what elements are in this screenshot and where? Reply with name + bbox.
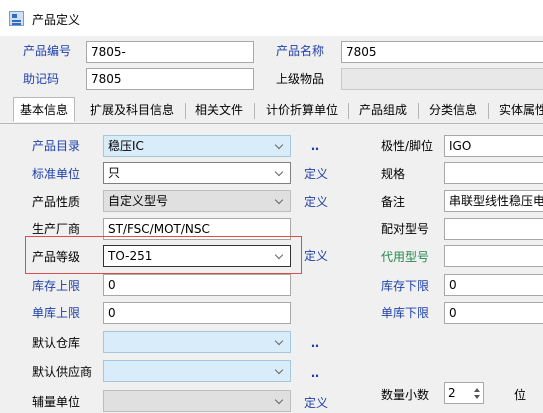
nature-value: 自定义型号 bbox=[108, 194, 169, 208]
chevron-down-icon bbox=[274, 140, 284, 150]
spec-field[interactable] bbox=[444, 162, 543, 184]
unit-max-field[interactable]: 0 bbox=[103, 302, 291, 324]
manufacturer-label: 生产厂商 bbox=[32, 222, 81, 236]
chevron-down-icon bbox=[274, 395, 284, 405]
tab-product-composition[interactable]: 产品组成 bbox=[356, 98, 410, 122]
remark-label: 备注 bbox=[381, 195, 406, 209]
grade-value: TO-251 bbox=[108, 249, 153, 263]
spin-up-icon[interactable] bbox=[474, 388, 480, 392]
stock-max-label: 库存上限 bbox=[32, 279, 81, 293]
aux-unit-label: 辅量单位 bbox=[32, 395, 81, 409]
unit-min-label: 单库下限 bbox=[381, 306, 430, 320]
tab-extension-accounts[interactable]: 扩展及科目信息 bbox=[86, 98, 178, 122]
tab-entity-attributes[interactable]: 实体属性 bbox=[496, 98, 543, 122]
std-unit-label: 标准单位 bbox=[32, 167, 81, 181]
tab-separator bbox=[348, 103, 349, 119]
polarity-field[interactable]: IGO bbox=[444, 135, 543, 157]
nature-define-link[interactable]: 定义 bbox=[304, 194, 328, 210]
product-name-field[interactable]: 7805 bbox=[341, 41, 543, 63]
tab-related-files[interactable]: 相关文件 bbox=[192, 98, 246, 122]
tab-pricing-units[interactable]: 计价折算单位 bbox=[262, 98, 342, 122]
nature-label: 产品性质 bbox=[32, 195, 81, 209]
chevron-down-icon bbox=[274, 365, 284, 375]
spec-label: 规格 bbox=[381, 167, 406, 181]
tab-strip: 基本信息 扩展及科目信息 相关文件 计价折算单位 产品组成 分类信息 实体属性 bbox=[0, 97, 543, 124]
grade-dropdown[interactable]: TO-251 bbox=[103, 245, 291, 267]
std-unit-define-link[interactable]: 定义 bbox=[304, 166, 328, 182]
std-unit-value: 只 bbox=[108, 166, 121, 180]
tab-classification[interactable]: 分类信息 bbox=[426, 98, 480, 122]
qty-decimals-value: 2 bbox=[448, 386, 456, 400]
remark-field[interactable]: 串联型线性稳压电 bbox=[444, 190, 543, 212]
grade-label: 产品等级 bbox=[32, 250, 81, 264]
tab-separator bbox=[254, 103, 255, 119]
catalog-dropdown[interactable]: 稳压IC bbox=[103, 135, 291, 157]
chevron-down-icon bbox=[274, 195, 284, 205]
qty-decimals-label: 数量小数 bbox=[381, 388, 430, 402]
catalog-browse-button[interactable]: ‥ bbox=[311, 140, 319, 152]
mnemonic-field[interactable]: 7805 bbox=[86, 68, 254, 90]
unit-max-label: 单库上限 bbox=[32, 306, 81, 320]
substitute-model-label: 代用型号 bbox=[381, 250, 430, 264]
aux-unit-dropdown[interactable] bbox=[103, 390, 291, 412]
aux-unit-define-link[interactable]: 定义 bbox=[304, 395, 328, 411]
tab-panel-border bbox=[0, 123, 543, 124]
matching-model-field[interactable] bbox=[444, 218, 543, 240]
default-supplier-label: 默认供应商 bbox=[32, 365, 93, 379]
tab-basic-info[interactable]: 基本信息 bbox=[13, 97, 75, 122]
product-code-field[interactable]: 7805- bbox=[86, 41, 254, 63]
nature-dropdown[interactable]: 自定义型号 bbox=[103, 190, 291, 212]
grade-define-link[interactable]: 定义 bbox=[304, 248, 328, 264]
qty-decimals-unit: 位 bbox=[514, 388, 527, 402]
default-warehouse-label: 默认仓库 bbox=[32, 336, 81, 350]
mnemonic-label: 助记码 bbox=[23, 72, 60, 86]
parent-item-field[interactable] bbox=[341, 68, 543, 90]
chevron-down-icon bbox=[274, 167, 284, 177]
tab-separator bbox=[488, 103, 489, 119]
matching-model-label: 配对型号 bbox=[381, 222, 430, 236]
warehouse-browse-button[interactable]: ‥ bbox=[311, 337, 319, 349]
product-name-label: 产品名称 bbox=[276, 44, 325, 58]
tab-separator bbox=[418, 103, 419, 119]
unit-min-field[interactable]: 0 bbox=[444, 302, 543, 324]
tab-separator bbox=[185, 103, 186, 119]
spin-down-icon[interactable] bbox=[474, 395, 480, 399]
chevron-down-icon bbox=[274, 250, 284, 260]
parent-item-label: 上级物品 bbox=[276, 72, 325, 86]
catalog-label: 产品目录 bbox=[32, 139, 81, 153]
qty-decimals-stepper[interactable]: 2 bbox=[444, 382, 484, 404]
polarity-label: 极性/脚位 bbox=[381, 139, 434, 153]
catalog-value: 稳压IC bbox=[108, 139, 144, 153]
stock-min-field[interactable]: 0 bbox=[444, 274, 543, 296]
std-unit-dropdown[interactable]: 只 bbox=[103, 162, 291, 184]
chevron-down-icon bbox=[274, 336, 284, 346]
app-form-icon bbox=[9, 11, 24, 26]
substitute-model-field[interactable] bbox=[444, 245, 543, 267]
product-code-label: 产品编号 bbox=[23, 44, 72, 58]
default-supplier-dropdown[interactable] bbox=[103, 360, 291, 382]
title-bar: 产品定义 bbox=[0, 0, 543, 36]
stock-max-field[interactable]: 0 bbox=[103, 274, 291, 296]
stock-min-label: 库存下限 bbox=[381, 279, 430, 293]
supplier-browse-button[interactable]: ‥ bbox=[311, 367, 319, 379]
window-title: 产品定义 bbox=[32, 13, 81, 27]
default-warehouse-dropdown[interactable] bbox=[103, 331, 291, 353]
